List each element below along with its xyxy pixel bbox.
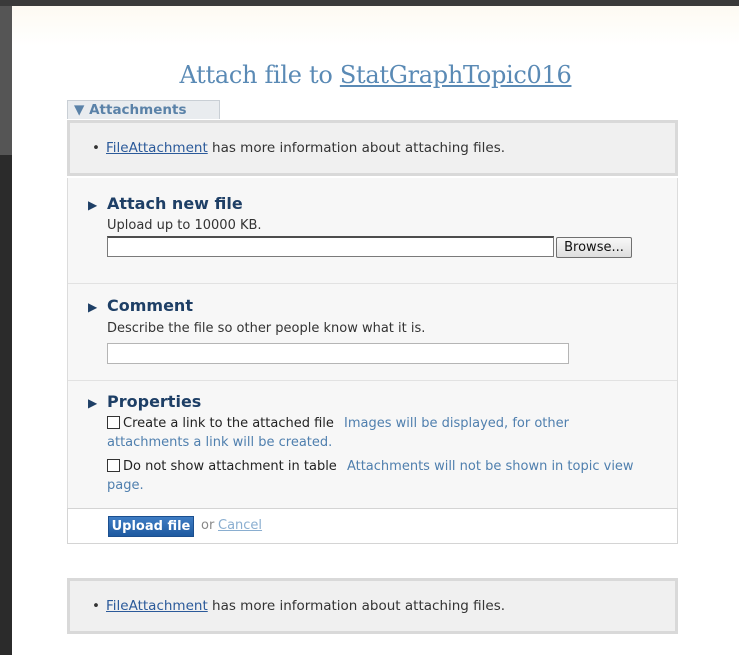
hide-attachment-checkbox[interactable] bbox=[107, 459, 120, 472]
expand-arrow-icon: ▶ bbox=[88, 300, 98, 314]
expand-arrow-icon: ▶ bbox=[88, 198, 98, 212]
form-actions: Upload file or Cancel bbox=[67, 508, 678, 544]
comment-input[interactable] bbox=[107, 343, 569, 364]
create-link-label: Create a link to the attached file bbox=[123, 416, 334, 431]
help-line: • FileAttachment has more information abo… bbox=[92, 598, 505, 614]
cancel-link[interactable]: Cancel bbox=[218, 518, 262, 533]
or-text: or bbox=[201, 518, 215, 533]
page: Attach file to StatGraphTopic016 ▼ Attac… bbox=[12, 6, 739, 655]
file-path-input[interactable] bbox=[107, 236, 554, 257]
attachments-help-box: • FileAttachment has more information abo… bbox=[67, 120, 678, 176]
create-link-option: Create a link to the attached file Image… bbox=[107, 414, 647, 452]
help-line: • FileAttachment has more information abo… bbox=[92, 140, 505, 156]
expand-arrow-icon: ▶ bbox=[88, 396, 98, 410]
upload-file-button[interactable]: Upload file bbox=[108, 516, 194, 537]
collapse-arrow-icon: ▼ bbox=[74, 102, 85, 118]
attachments-help-toggle[interactable]: ▼ Attachments help bbox=[67, 100, 220, 137]
properties-heading[interactable]: ▶ Properties bbox=[88, 392, 201, 411]
hide-attachment-label: Do not show attachment in table bbox=[123, 459, 337, 474]
comment-description: Describe the file so other people know w… bbox=[107, 321, 426, 336]
help-text: has more information about attaching fil… bbox=[207, 598, 506, 614]
attach-new-file-heading[interactable]: ▶ Attach new file bbox=[88, 194, 243, 213]
comment-label: Comment bbox=[107, 296, 193, 315]
file-attachment-link[interactable]: FileAttachment bbox=[106, 598, 208, 614]
page-title: Attach file to StatGraphTopic016 bbox=[12, 61, 739, 89]
page-left-edge bbox=[0, 155, 12, 655]
create-link-checkbox[interactable] bbox=[107, 416, 120, 429]
comment-heading[interactable]: ▶ Comment bbox=[88, 296, 193, 315]
attachments-help-footer: • FileAttachment has more information abo… bbox=[67, 578, 678, 634]
topic-link[interactable]: StatGraphTopic016 bbox=[340, 61, 572, 89]
upload-limit-text: Upload up to 10000 KB. bbox=[107, 218, 262, 233]
page-header-band bbox=[12, 6, 739, 46]
section-divider bbox=[68, 283, 677, 284]
properties-label: Properties bbox=[107, 392, 202, 411]
bullet-icon: • bbox=[92, 140, 100, 156]
hide-attachment-option: Do not show attachment in table Attachme… bbox=[107, 457, 647, 495]
browse-button[interactable]: Browse... bbox=[556, 237, 632, 258]
help-text: has more information about attaching fil… bbox=[207, 140, 506, 156]
section-divider bbox=[68, 380, 677, 381]
attach-form: ▶ Attach new file Upload up to 10000 KB. … bbox=[67, 178, 678, 544]
attach-new-file-label: Attach new file bbox=[107, 194, 243, 213]
bullet-icon: • bbox=[92, 598, 100, 614]
file-attachment-link[interactable]: FileAttachment bbox=[106, 140, 208, 156]
page-title-prefix: Attach file to bbox=[179, 61, 340, 89]
